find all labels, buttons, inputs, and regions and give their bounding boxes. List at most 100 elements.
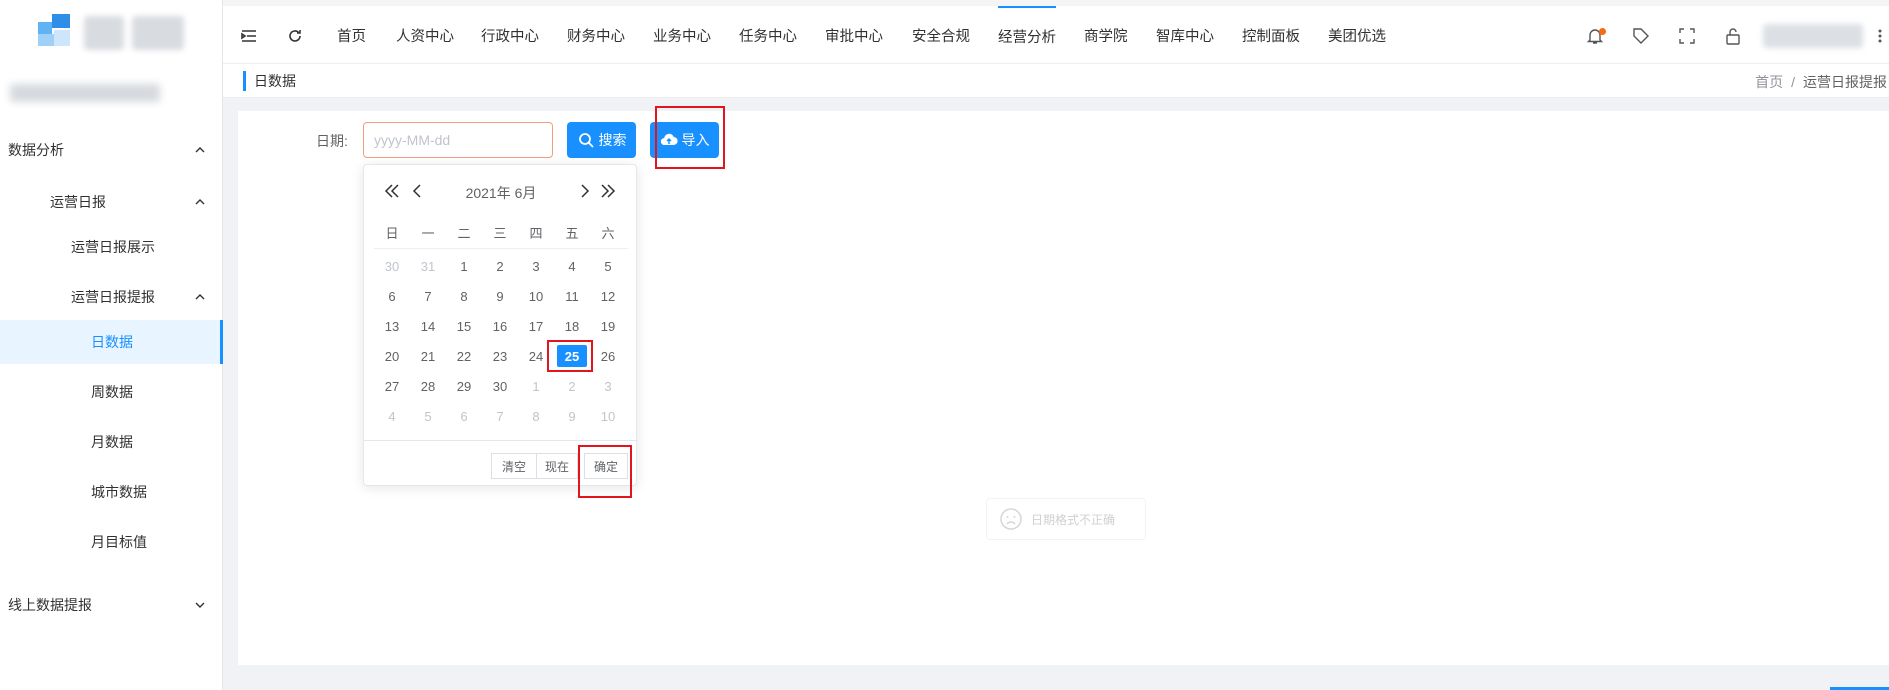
date-cell[interactable]: 2: [482, 251, 518, 281]
nav-tab-0[interactable]: 首页: [337, 6, 366, 64]
sidebar-item-7[interactable]: 城市数据: [0, 470, 222, 514]
date-cell[interactable]: 13: [374, 311, 410, 341]
highlight-box-date: [547, 340, 593, 372]
menu-fold-icon[interactable]: [239, 26, 259, 46]
date-cell[interactable]: 1: [518, 371, 554, 401]
date-cell[interactable]: 8: [518, 401, 554, 431]
weekday-header: 日一二三四五六: [374, 223, 628, 249]
date-cell-number: 4: [568, 258, 576, 274]
date-cell[interactable]: 4: [554, 251, 590, 281]
sad-face-icon: [1000, 508, 1022, 530]
date-cell[interactable]: 31: [410, 251, 446, 281]
date-cell[interactable]: 22: [446, 341, 482, 371]
weekday-label: 五: [565, 226, 579, 241]
date-cell[interactable]: 27: [374, 371, 410, 401]
sidebar-item-4[interactable]: 日数据: [0, 320, 223, 364]
search-button[interactable]: 搜索: [567, 122, 636, 158]
date-cell[interactable]: 9: [554, 401, 590, 431]
date-cell-number: 26: [600, 348, 616, 364]
nav-tab-4[interactable]: 业务中心: [653, 6, 711, 64]
date-cell[interactable]: 29: [446, 371, 482, 401]
nav-tab-10[interactable]: 智库中心: [1156, 6, 1214, 64]
nav-tab-12[interactable]: 美团优选: [1328, 6, 1386, 64]
date-cell-number: 19: [600, 318, 616, 334]
sidebar-item-9[interactable]: 线上数据提报: [0, 583, 222, 627]
next-month-icon[interactable]: [574, 181, 596, 201]
user-avatar[interactable]: [1763, 24, 1863, 48]
nav-tab-9[interactable]: 商学院: [1084, 6, 1128, 64]
date-cell[interactable]: 10: [590, 401, 626, 431]
date-cell[interactable]: 12: [590, 281, 626, 311]
lock-icon[interactable]: [1723, 26, 1743, 46]
date-cell[interactable]: 7: [410, 281, 446, 311]
date-cell[interactable]: 5: [590, 251, 626, 281]
nav-tab-2[interactable]: 行政中心: [481, 6, 539, 64]
now-button[interactable]: 现在: [536, 453, 578, 479]
nav-tab-5[interactable]: 任务中心: [739, 6, 797, 64]
date-cell[interactable]: 16: [482, 311, 518, 341]
sidebar-item-1[interactable]: 运营日报: [0, 180, 222, 224]
date-cell[interactable]: 6: [446, 401, 482, 431]
nav-tab-7[interactable]: 安全合规: [912, 6, 970, 64]
date-cell-number: 10: [600, 408, 616, 424]
date-cell[interactable]: 3: [590, 371, 626, 401]
date-cell[interactable]: 23: [482, 341, 518, 371]
date-cell[interactable]: 20: [374, 341, 410, 371]
sidebar-item-2[interactable]: 运营日报展示: [0, 225, 222, 269]
date-cell-number: 5: [604, 258, 612, 274]
date-cell-number: 9: [568, 408, 576, 424]
date-cell[interactable]: 14: [410, 311, 446, 341]
tag-icon[interactable]: [1631, 26, 1651, 46]
nav-tab-1[interactable]: 人资中心: [396, 6, 454, 64]
date-cell-number: 17: [528, 318, 544, 334]
date-cell[interactable]: 6: [374, 281, 410, 311]
date-cell[interactable]: 2: [554, 371, 590, 401]
date-cell[interactable]: 17: [518, 311, 554, 341]
date-input[interactable]: [363, 122, 553, 158]
nav-tab-6[interactable]: 审批中心: [825, 6, 883, 64]
sidebar-item-0[interactable]: 数据分析: [0, 128, 222, 172]
date-cell[interactable]: 1: [446, 251, 482, 281]
sidebar-item-8[interactable]: 月目标值: [0, 520, 222, 564]
date-cell[interactable]: 26: [590, 341, 626, 371]
date-cell-number: 12: [600, 288, 616, 304]
date-cell[interactable]: 9: [482, 281, 518, 311]
date-cell[interactable]: 8: [446, 281, 482, 311]
date-cell-number: 18: [564, 318, 580, 334]
search-icon: [578, 133, 594, 148]
date-cell[interactable]: 30: [482, 371, 518, 401]
weekday-label: 日: [385, 226, 399, 241]
nav-tab-3[interactable]: 财务中心: [567, 6, 625, 64]
highlight-box-import: [655, 106, 725, 169]
sidebar-item-6[interactable]: 月数据: [0, 420, 222, 464]
nav-tab-11[interactable]: 控制面板: [1242, 6, 1300, 64]
chevron-up-icon: [195, 294, 205, 300]
more-icon[interactable]: [1875, 26, 1885, 46]
next-year-icon[interactable]: [598, 181, 620, 201]
clear-button[interactable]: 清空: [491, 453, 537, 479]
date-cell-number: 30: [492, 378, 508, 394]
date-cell[interactable]: 10: [518, 281, 554, 311]
date-cell-number: 5: [424, 408, 432, 424]
date-cell[interactable]: 11: [554, 281, 590, 311]
date-cell[interactable]: 3: [518, 251, 554, 281]
date-picker-title[interactable]: 2021年 6月: [364, 183, 638, 203]
nav-tab-8[interactable]: 经营分析: [998, 6, 1056, 64]
date-cell[interactable]: 7: [482, 401, 518, 431]
date-cell-number: 21: [420, 348, 436, 364]
date-cell[interactable]: 5: [410, 401, 446, 431]
refresh-icon[interactable]: [285, 26, 305, 46]
date-cell[interactable]: 15: [446, 311, 482, 341]
date-cell[interactable]: 21: [410, 341, 446, 371]
breadcrumb-home[interactable]: 首页: [1755, 74, 1783, 90]
date-cell[interactable]: 4: [374, 401, 410, 431]
date-cell[interactable]: 28: [410, 371, 446, 401]
sidebar-item-5[interactable]: 周数据: [0, 370, 222, 414]
date-cell[interactable]: 19: [590, 311, 626, 341]
sidebar-item-3[interactable]: 运营日报提报: [0, 275, 222, 319]
date-cell-number: 10: [528, 288, 544, 304]
date-cell[interactable]: 30: [374, 251, 410, 281]
sidebar-item-label: 数据分析: [8, 142, 64, 158]
fullscreen-icon[interactable]: [1677, 26, 1697, 46]
date-cell[interactable]: 18: [554, 311, 590, 341]
